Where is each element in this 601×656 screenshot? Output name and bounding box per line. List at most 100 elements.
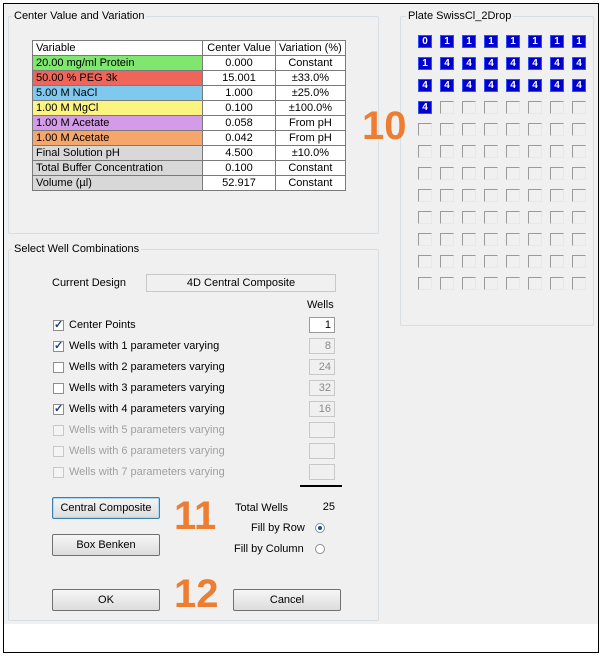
well-option-row[interactable]: Center Points — [53, 316, 136, 334]
plate-well-empty[interactable] — [484, 167, 498, 180]
variable-name-cell[interactable]: Total Buffer Concentration — [32, 160, 203, 176]
plate-well-empty[interactable] — [440, 277, 454, 290]
plate-well-empty[interactable] — [418, 233, 432, 246]
plate-well-empty[interactable] — [528, 211, 542, 224]
well-option-checkbox[interactable] — [53, 339, 64, 352]
plate-well-empty[interactable] — [506, 145, 520, 158]
plate-well-empty[interactable] — [506, 101, 520, 114]
plate-well-filled[interactable]: 4 — [506, 79, 520, 92]
plate-well-empty[interactable] — [484, 189, 498, 202]
plate-well-filled[interactable]: 4 — [506, 57, 520, 70]
well-option-row[interactable]: Wells with 2 parameters varying — [53, 358, 225, 376]
plate-well-empty[interactable] — [484, 277, 498, 290]
plate-well-empty[interactable] — [506, 233, 520, 246]
plate-well-filled[interactable]: 4 — [550, 79, 564, 92]
plate-well-empty[interactable] — [440, 189, 454, 202]
center-value-cell[interactable]: 4.500 — [202, 145, 276, 161]
variation-cell[interactable]: Constant — [275, 175, 346, 191]
plate-well-empty[interactable] — [528, 145, 542, 158]
well-option-row[interactable]: Wells with 1 parameter varying — [53, 337, 219, 355]
plate-well-filled[interactable]: 4 — [418, 79, 432, 92]
variable-name-cell[interactable]: Final Solution pH — [32, 145, 203, 161]
plate-well-empty[interactable] — [440, 211, 454, 224]
plate-well-empty[interactable] — [462, 167, 476, 180]
plate-well-empty[interactable] — [418, 255, 432, 268]
plate-well-empty[interactable] — [550, 233, 564, 246]
variable-name-cell[interactable]: 5.00 M NaCl — [32, 85, 203, 101]
center-value-cell[interactable]: 0.058 — [202, 115, 276, 131]
plate-well-empty[interactable] — [440, 101, 454, 114]
plate-well-filled[interactable]: 4 — [462, 57, 476, 70]
plate-well-empty[interactable] — [528, 101, 542, 114]
plate-well-filled[interactable]: 4 — [528, 79, 542, 92]
plate-well-empty[interactable] — [440, 167, 454, 180]
plate-well-filled[interactable]: 4 — [550, 57, 564, 70]
plate-well-empty[interactable] — [528, 233, 542, 246]
variation-cell[interactable]: ±33.0% — [275, 70, 346, 86]
plate-well-empty[interactable] — [484, 101, 498, 114]
center-value-cell[interactable]: 0.100 — [202, 100, 276, 116]
plate-well-empty[interactable] — [462, 101, 476, 114]
plate-well-empty[interactable] — [462, 189, 476, 202]
center-value-cell[interactable]: 1.000 — [202, 85, 276, 101]
plate-well-empty[interactable] — [506, 211, 520, 224]
variable-row[interactable]: 50.00 % PEG 3k 15.001 ±33.0% — [32, 70, 346, 86]
plate-well-empty[interactable] — [462, 123, 476, 136]
plate-well-empty[interactable] — [528, 277, 542, 290]
plate-well-empty[interactable] — [572, 255, 586, 268]
plate-well-filled[interactable]: 4 — [528, 57, 542, 70]
center-value-cell[interactable]: 0.000 — [202, 55, 276, 71]
variable-row[interactable]: Volume (µl) 52.917 Constant — [32, 175, 346, 191]
variable-name-cell[interactable]: 1.00 M Acetate — [32, 130, 203, 146]
variable-row[interactable]: 20.00 mg/ml Protein 0.000 Constant — [32, 55, 346, 71]
variable-name-cell[interactable]: 1.00 M MgCl — [32, 100, 203, 116]
plate-well-empty[interactable] — [462, 211, 476, 224]
plate-well-filled[interactable]: 1 — [484, 35, 498, 48]
plate-well-empty[interactable] — [484, 211, 498, 224]
plate-well-filled[interactable]: 4 — [572, 79, 586, 92]
plate-well-empty[interactable] — [418, 145, 432, 158]
variation-cell[interactable]: From pH — [275, 115, 346, 131]
variation-cell[interactable]: ±25.0% — [275, 85, 346, 101]
plate-well-empty[interactable] — [572, 233, 586, 246]
plate-well-empty[interactable] — [550, 123, 564, 136]
well-option-checkbox[interactable] — [53, 318, 64, 331]
variation-cell[interactable]: ±100.0% — [275, 100, 346, 116]
plate-well-empty[interactable] — [572, 211, 586, 224]
plate-well-empty[interactable] — [572, 123, 586, 136]
plate-well-empty[interactable] — [528, 167, 542, 180]
center-value-cell[interactable]: 0.042 — [202, 130, 276, 146]
plate-well-empty[interactable] — [572, 101, 586, 114]
plate-well-empty[interactable] — [572, 167, 586, 180]
center-value-cell[interactable]: 52.917 — [202, 175, 276, 191]
plate-well-empty[interactable] — [506, 277, 520, 290]
plate-well-empty[interactable] — [484, 255, 498, 268]
well-option-row[interactable]: Wells with 4 parameters varying — [53, 400, 225, 418]
plate-well-empty[interactable] — [550, 277, 564, 290]
plate-well-empty[interactable] — [484, 123, 498, 136]
plate-well-empty[interactable] — [462, 233, 476, 246]
plate-well-empty[interactable] — [418, 189, 432, 202]
well-option-checkbox[interactable] — [53, 361, 64, 373]
plate-well-empty[interactable] — [572, 189, 586, 202]
plate-well-empty[interactable] — [440, 255, 454, 268]
plate-well-empty[interactable] — [484, 145, 498, 158]
variation-cell[interactable]: Constant — [275, 55, 346, 71]
plate-well-filled[interactable]: 4 — [440, 79, 454, 92]
plate-well-empty[interactable] — [528, 255, 542, 268]
plate-well-empty[interactable] — [418, 167, 432, 180]
plate-well-filled[interactable]: 0 — [418, 35, 432, 48]
well-option-checkbox[interactable] — [53, 402, 64, 415]
plate-well-empty[interactable] — [506, 255, 520, 268]
plate-well-filled[interactable]: 4 — [462, 79, 476, 92]
plate-well-empty[interactable] — [550, 145, 564, 158]
variable-row[interactable]: Total Buffer Concentration 0.100 Constant — [32, 160, 346, 176]
plate-well-empty[interactable] — [462, 277, 476, 290]
plate-well-empty[interactable] — [440, 233, 454, 246]
variable-row[interactable]: 1.00 M Acetate 0.058 From pH — [32, 115, 346, 131]
plate-well-empty[interactable] — [462, 145, 476, 158]
cancel-button[interactable]: Cancel — [233, 589, 341, 611]
variable-row[interactable]: 1.00 M MgCl 0.100 ±100.0% — [32, 100, 346, 116]
plate-well-empty[interactable] — [550, 211, 564, 224]
plate-well-filled[interactable]: 1 — [528, 35, 542, 48]
